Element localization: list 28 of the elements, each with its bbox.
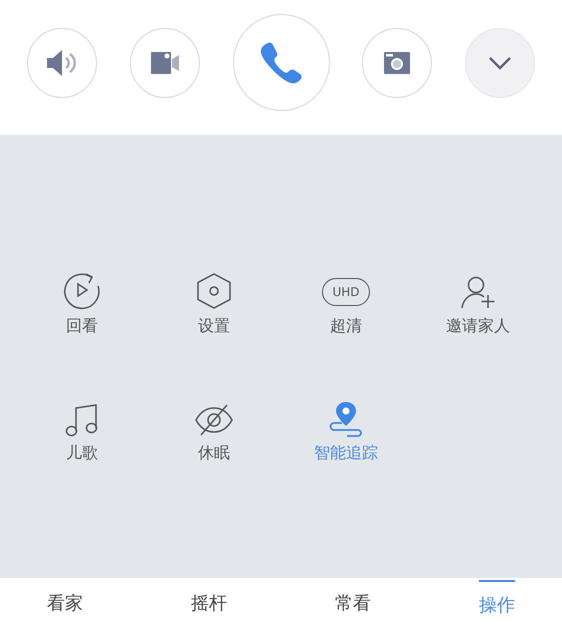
action-item[interactable]: 休眠	[148, 389, 280, 463]
camera-icon	[383, 50, 412, 74]
add-person-icon	[460, 276, 496, 310]
tab[interactable]: 摇杆	[144, 578, 274, 634]
action-label: 设置	[198, 316, 230, 336]
phone-icon	[259, 40, 303, 84]
uhd-badge: UHD	[322, 278, 370, 306]
tab[interactable]: 看家	[0, 578, 130, 634]
action-label: 智能追踪	[314, 443, 378, 463]
eye-off-icon	[195, 403, 233, 437]
action-label: 儿歌	[66, 443, 98, 463]
action-item[interactable]: 回看	[16, 262, 148, 336]
replay-icon	[63, 272, 101, 310]
speaker-icon	[45, 48, 79, 76]
settings-icon	[196, 272, 232, 310]
action-label: 邀请家人	[446, 316, 510, 336]
action-label: 回看	[66, 316, 98, 336]
action-label: 休眠	[198, 443, 230, 463]
location-route-icon	[327, 401, 365, 437]
tab[interactable]: 常看	[288, 578, 418, 634]
music-note-icon	[65, 403, 99, 437]
action-label: 超清	[330, 316, 362, 336]
action-item[interactable]: 设置	[148, 262, 280, 336]
action-item[interactable]: 邀请家人	[412, 262, 544, 336]
action-item[interactable]: 儿歌	[16, 389, 148, 463]
video-camera-icon	[150, 50, 180, 74]
chevron-down-icon	[488, 56, 512, 70]
action-item[interactable]: UHD 超清	[280, 262, 412, 336]
